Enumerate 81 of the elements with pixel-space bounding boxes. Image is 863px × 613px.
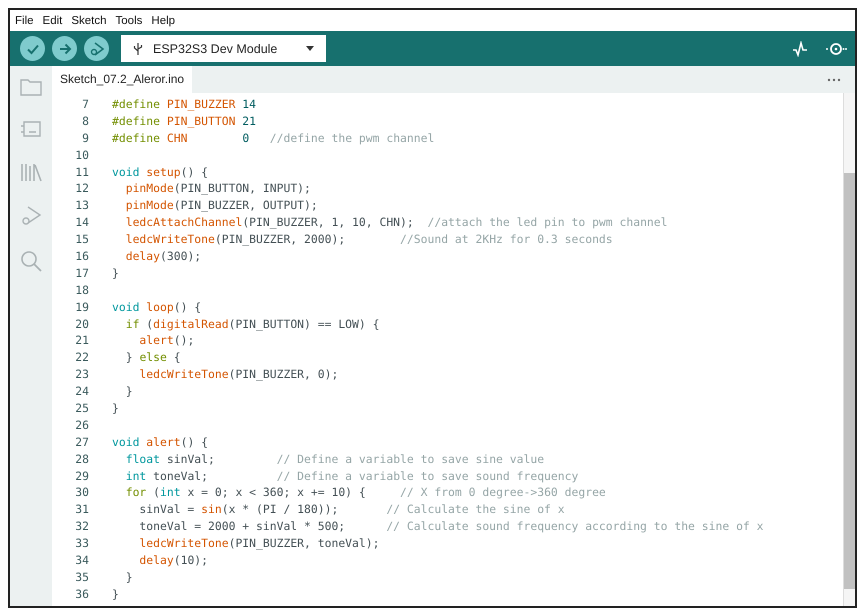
line-number: 23 <box>74 366 89 384</box>
code-line: pinMode(PIN_BUTTON, INPUT); <box>124 180 311 198</box>
line-number: 30 <box>74 484 89 502</box>
code-line: pinMode(PIN_BUZZER, OUTPUT); <box>124 197 318 214</box>
menu-item[interactable]: Sketch <box>71 14 107 26</box>
line-number: 24 <box>74 383 89 400</box>
line-number: 22 <box>74 349 89 366</box>
debug-icon[interactable] <box>20 205 42 227</box>
code-line: } else { <box>124 349 181 366</box>
serial-plotter-icon[interactable] <box>792 40 808 56</box>
line-number: 18 <box>74 282 89 299</box>
library-icon[interactable] <box>20 162 42 182</box>
code-line: ledcAttachChannel(PIN_BUZZER, 1, 10, CHN); //attach the led pin to pwm channel <box>124 214 668 232</box>
line-number: 17 <box>74 264 89 282</box>
line-number: 16 <box>74 248 89 265</box>
verify-button[interactable] <box>20 36 45 61</box>
scrollbar[interactable] <box>843 93 855 606</box>
line-number: 31 <box>74 501 89 518</box>
board-icon[interactable] <box>20 119 42 139</box>
code-line: #define PIN_BUTTON 21 <box>112 112 256 130</box>
line-number: 33 <box>74 535 89 552</box>
line-number: 11 <box>74 164 89 180</box>
line-number: 7 <box>81 96 89 113</box>
code-line: #define PIN_BUZZER 14 <box>112 96 256 113</box>
line-number: 32 <box>74 518 89 536</box>
serial-monitor-icon[interactable] <box>825 40 847 56</box>
line-number: 36 <box>74 586 89 603</box>
line-number: 13 <box>74 197 89 214</box>
line-number: 28 <box>74 450 89 468</box>
code-line: int toneVal; // Define a variable to save sound frequency <box>124 468 578 484</box>
code-line: delay(10); <box>138 552 208 569</box>
line-number: 25 <box>74 400 89 417</box>
scrollbar-thumb[interactable] <box>844 173 855 589</box>
code-line: float sinVal; // Define a variable to save sine value <box>124 450 544 468</box>
code-line: } <box>112 586 119 603</box>
folder-icon[interactable] <box>20 78 42 96</box>
code-line: toneVal = 2000 + sinVal * 500; // Calculate sound frequency according to the sine of x <box>138 518 764 536</box>
code-line: void setup() { <box>112 164 208 180</box>
line-number: 34 <box>74 552 89 569</box>
code-line: delay(300); <box>124 248 202 265</box>
code-line: ledcWriteTone(PIN_BUZZER, toneVal); <box>138 535 380 552</box>
menu-item[interactable]: Tools <box>116 14 142 26</box>
code-line: for (int x = 0; x < 360; x += 10) { // X from 0 degree->360 degree <box>124 484 606 502</box>
code-line: void loop() { <box>112 298 202 316</box>
more-icon[interactable] <box>827 78 841 82</box>
search-icon[interactable] <box>20 250 42 272</box>
arrow-icon <box>58 42 72 56</box>
debug-icon <box>88 40 104 56</box>
code-line: sinVal = sin(x * (PI / 180)); // Calculate the sine of x <box>138 501 565 518</box>
code-line: } <box>112 400 119 417</box>
line-number: 20 <box>74 316 89 332</box>
line-number: 12 <box>74 180 89 198</box>
upload-button[interactable] <box>52 36 77 61</box>
file-tab[interactable]: Sketch_07.2_Aleror.ino <box>52 66 192 93</box>
code-line: ledcWriteTone(PIN_BUZZER, 0); <box>138 366 338 384</box>
line-number: 26 <box>74 416 89 434</box>
line-number: 27 <box>74 434 89 451</box>
line-number: 15 <box>74 231 89 248</box>
line-number: 8 <box>81 112 89 130</box>
code-line: #define CHN 0 //define the pwm channel <box>112 130 434 147</box>
menu-item[interactable]: Help <box>151 14 176 26</box>
line-number: 35 <box>74 568 89 586</box>
board-selector[interactable]: ESP32S3 Dev Module <box>121 35 326 62</box>
code-line: } <box>112 264 119 282</box>
usb-icon <box>133 42 143 56</box>
line-number: 9 <box>81 130 89 147</box>
code-line: } <box>124 568 133 586</box>
line-number: 29 <box>74 468 89 484</box>
code-line: alert(); <box>138 332 194 350</box>
code-line: ledcWriteTone(PIN_BUZZER, 2000); //Sound at 2KHz for 0.3 seconds <box>124 231 613 248</box>
code-line: } <box>124 383 133 400</box>
line-number: 14 <box>74 214 89 232</box>
line-number: 19 <box>74 298 89 316</box>
code-line: void alert() { <box>112 434 208 451</box>
code-line: if (digitalRead(PIN_BUTTON) == LOW) { <box>124 316 380 332</box>
line-number: 10 <box>74 146 89 164</box>
menu-item[interactable]: File <box>15 14 34 26</box>
caret-icon <box>306 46 314 51</box>
menu-item[interactable]: Edit <box>42 14 62 26</box>
line-number: 21 <box>74 332 89 350</box>
debug-button[interactable] <box>84 36 109 61</box>
